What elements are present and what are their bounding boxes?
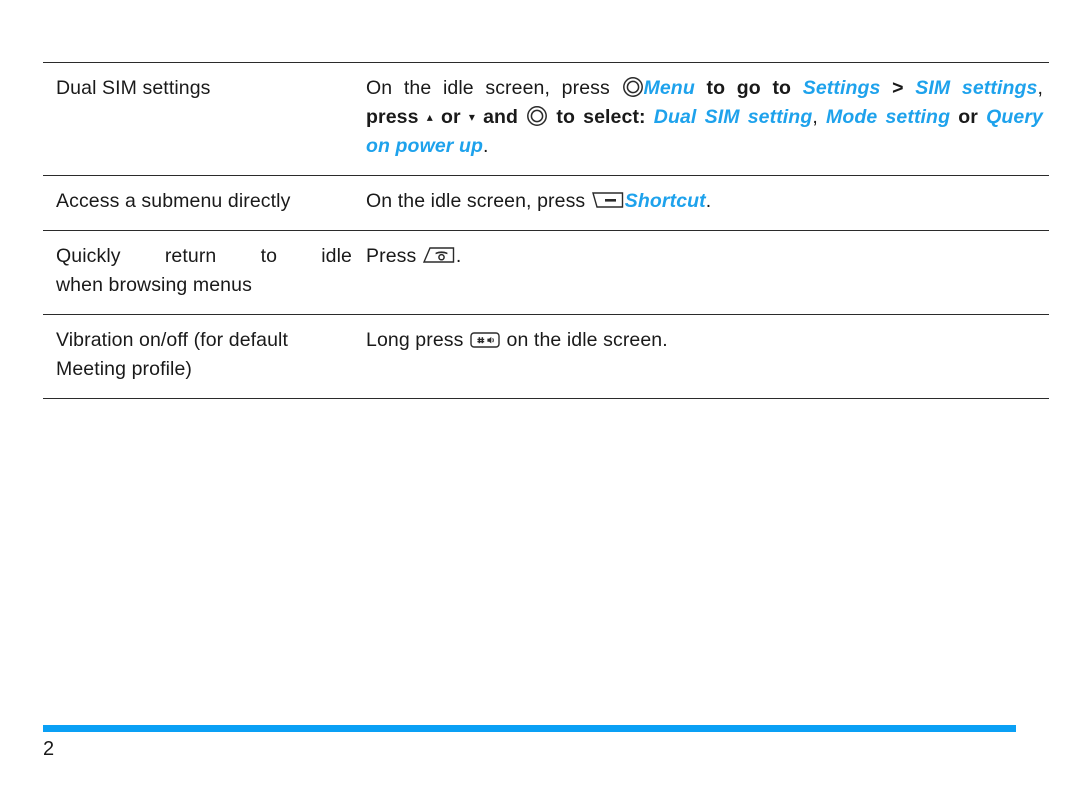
left-softkey-icon	[591, 190, 625, 210]
table-cell-howto: Long press on the idle screen.	[366, 315, 1049, 399]
howto-description: On the idle screen, press Shortcut.	[366, 187, 1043, 216]
table-cell-howto: Press .	[366, 231, 1049, 315]
action-label-line: Meeting profile)	[56, 358, 192, 380]
table-cell-action: Access a submenu directly	[43, 176, 366, 231]
howto-line-2: press ▴ or ▾ and to select: Dual SIM set…	[366, 103, 1043, 132]
action-label-line: when browsing menus	[56, 274, 252, 296]
howto-text-segment: On the idle screen, press	[366, 190, 591, 212]
action-label: Vibration on/off (for default Meeting pr…	[56, 326, 352, 384]
howto-line-1: On the idle screen, press Menu to go to …	[366, 74, 1043, 103]
howto-description: Press .	[366, 242, 1043, 271]
document-page: Dual SIM settings On the idle screen, pr…	[0, 0, 1080, 810]
table-cell-howto: On the idle screen, press Menu to go to …	[366, 63, 1049, 176]
table-cell-action: Quickly return to idle when browsing men…	[43, 231, 366, 315]
sentence-period: .	[455, 245, 462, 267]
howto-line-1: Press .	[366, 242, 1043, 271]
howto-text-segment: Long press	[366, 329, 469, 351]
hash-key-icon	[469, 330, 501, 350]
option-dual-sim-setting: Dual SIM setting	[653, 106, 813, 128]
action-label: Quickly return to idle when browsing men…	[56, 242, 352, 300]
table-row: Vibration on/off (for default Meeting pr…	[43, 314, 1049, 399]
list-separator: ,	[812, 106, 826, 128]
howto-text-segment: ,	[1037, 77, 1043, 99]
list-separator: or	[950, 106, 987, 128]
center-select-key-icon	[622, 76, 644, 98]
table-row: Access a submenu directly On the idle sc…	[43, 175, 1049, 231]
howto-text-segment: on the idle screen.	[501, 329, 668, 351]
howto-line-1: Long press on the idle screen.	[366, 326, 1043, 355]
action-label-line: Quickly return to idle	[56, 245, 352, 267]
center-select-key-icon	[526, 105, 548, 127]
table-row: Dual SIM settings On the idle screen, pr…	[43, 62, 1049, 176]
howto-line-1: On the idle screen, press Shortcut.	[366, 187, 1043, 216]
howto-text-segment: Press	[366, 245, 422, 267]
option-query-on-power-up: Query	[986, 106, 1043, 128]
settings-label: Settings	[802, 77, 881, 99]
action-label-line: Vibration on/off (for default	[56, 329, 288, 351]
howto-text-segment: On the idle screen, press	[366, 77, 622, 99]
howto-text-segment: to select:	[548, 106, 654, 128]
howto-text-segment: press	[366, 106, 427, 128]
path-separator: >	[880, 77, 916, 99]
table-row: Quickly return to idle when browsing men…	[43, 230, 1049, 315]
howto-description: On the idle screen, press Menu to go to …	[366, 74, 1043, 161]
footer-accent-bar	[43, 725, 1016, 732]
howto-text-segment: to go to	[694, 77, 803, 99]
howto-text-segment: and	[474, 106, 527, 128]
table-cell-action: Vibration on/off (for default Meeting pr…	[43, 315, 366, 399]
table-cell-action: Dual SIM settings	[43, 63, 366, 176]
menu-label: Menu	[643, 77, 695, 99]
sentence-period: .	[483, 135, 489, 157]
shortcuts-table: Dual SIM settings On the idle screen, pr…	[43, 62, 1049, 399]
action-label: Access a submenu directly	[56, 190, 291, 212]
option-query-on-power-up-cont: on power up	[366, 135, 484, 157]
shortcut-label: Shortcut	[624, 190, 706, 212]
howto-line-3: on power up.	[366, 132, 1043, 161]
howto-description: Long press on the idle screen.	[366, 326, 1043, 355]
option-mode-setting: Mode setting	[826, 106, 951, 128]
end-call-key-icon	[422, 245, 456, 265]
howto-text-segment: or	[432, 106, 469, 128]
action-label: Dual SIM settings	[56, 77, 211, 99]
page-number: 2	[43, 738, 55, 760]
table-cell-howto: On the idle screen, press Shortcut.	[366, 176, 1049, 231]
sim-settings-label: SIM settings	[915, 77, 1038, 99]
sentence-period: .	[705, 190, 712, 212]
